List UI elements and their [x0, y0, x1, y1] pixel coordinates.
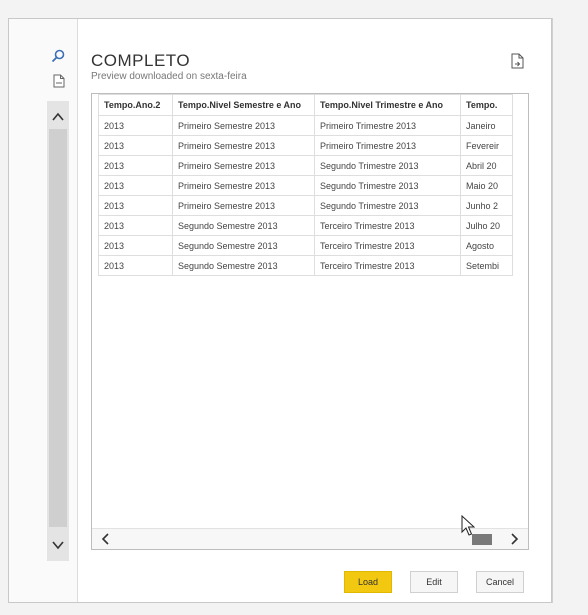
search-icon[interactable]: [51, 49, 65, 63]
table-cell: Segundo Trimestre 2013: [314, 175, 461, 196]
cancel-button[interactable]: Cancel: [476, 571, 524, 593]
table-cell: Primeiro Semestre 2013: [172, 135, 315, 156]
table-row: 2013 Primeiro Semestre 2013 Segundo Trimes…: [98, 195, 513, 216]
table-cell: 2013: [98, 235, 173, 256]
table-cell: Segundo Semestre 2013: [172, 215, 315, 236]
table-cell: Segundo Semestre 2013: [172, 255, 315, 276]
table-cell: Setembi: [460, 255, 513, 276]
edit-button[interactable]: Edit: [410, 571, 458, 593]
column-header[interactable]: Tempo.Nivel Trimestre e Ano: [314, 94, 461, 116]
table-cell: Primeiro Semestre 2013: [172, 175, 315, 196]
table-cell: Segundo Semestre 2013: [172, 235, 315, 256]
column-header[interactable]: Tempo.: [460, 94, 513, 116]
column-header[interactable]: Tempo.Nivel Semestre e Ano: [172, 94, 315, 116]
navigator-scrollbar[interactable]: [47, 101, 69, 561]
table-cell: Fevereir: [460, 135, 513, 156]
data-table: Tempo.Ano.2 Tempo.Nivel Semestre e Ano T…: [98, 94, 513, 276]
table-cell: Terceiro Trimestre 2013: [314, 215, 461, 236]
table-row: 2013 Primeiro Semestre 2013 Segundo Trimes…: [98, 175, 513, 196]
table-cell: Primeiro Trimestre 2013: [314, 115, 461, 136]
navigator-pane: [9, 19, 78, 602]
table-row: 2013 Segundo Semestre 2013 Terceiro Trimes…: [98, 235, 513, 256]
table-cell: 2013: [98, 215, 173, 236]
load-button[interactable]: Load: [344, 571, 392, 593]
table-cell: 2013: [98, 155, 173, 176]
table-cell: Segundo Trimestre 2013: [314, 195, 461, 216]
table-cell: Junho 2: [460, 195, 513, 216]
table-row: 2013 Primeiro Semestre 2013 Segundo Trimes…: [98, 155, 513, 176]
table-cell: 2013: [98, 195, 173, 216]
table-row: 2013 Segundo Semestre 2013 Terceiro Trimes…: [98, 255, 513, 276]
column-header[interactable]: Tempo.Ano.2: [98, 94, 173, 116]
scrollbar-thumb[interactable]: [472, 534, 492, 545]
scrollbar-thumb[interactable]: [49, 129, 67, 527]
chevron-right-icon[interactable]: [506, 531, 522, 547]
table-cell: Maio 20: [460, 175, 513, 196]
table-cell: Julho 20: [460, 215, 513, 236]
table-cell: 2013: [98, 135, 173, 156]
table-cell: 2013: [98, 175, 173, 196]
preview-subtitle: Preview downloaded on sexta-feira: [91, 71, 247, 82]
table-cell: Segundo Trimestre 2013: [314, 155, 461, 176]
table-cell: Primeiro Semestre 2013: [172, 195, 315, 216]
table-cell: Primeiro Trimestre 2013: [314, 135, 461, 156]
table-cell: Abril 20: [460, 155, 513, 176]
table-cell: Agosto: [460, 235, 513, 256]
table-cell: Janeiro: [460, 115, 513, 136]
table-cell: 2013: [98, 255, 173, 276]
table-row: 2013 Segundo Semestre 2013 Terceiro Trimes…: [98, 215, 513, 236]
page-title: COMPLETO: [91, 51, 191, 70]
table-row: 2013 Primeiro Semestre 2013 Primeiro Trime…: [98, 115, 513, 136]
window-divider: [552, 18, 553, 603]
file-icon[interactable]: [53, 74, 65, 88]
table-row: 2013 Primeiro Semestre 2013 Primeiro Trime…: [98, 135, 513, 156]
load-dialog: COMPLETO Preview downloaded on sexta-fei…: [8, 18, 552, 603]
table-header-row: Tempo.Ano.2 Tempo.Nivel Semestre e Ano T…: [98, 94, 513, 116]
export-icon[interactable]: [511, 53, 524, 69]
chevron-down-icon[interactable]: [50, 537, 66, 553]
preview-table: Tempo.Ano.2 Tempo.Nivel Semestre e Ano T…: [91, 93, 529, 550]
table-cell: Terceiro Trimestre 2013: [314, 255, 461, 276]
chevron-up-icon[interactable]: [50, 109, 66, 125]
table-cell: Terceiro Trimestre 2013: [314, 235, 461, 256]
table-cell: Primeiro Semestre 2013: [172, 115, 315, 136]
mouse-pointer-icon: [461, 514, 476, 537]
chevron-left-icon[interactable]: [98, 531, 114, 547]
table-cell: 2013: [98, 115, 173, 136]
table-cell: Primeiro Semestre 2013: [172, 155, 315, 176]
